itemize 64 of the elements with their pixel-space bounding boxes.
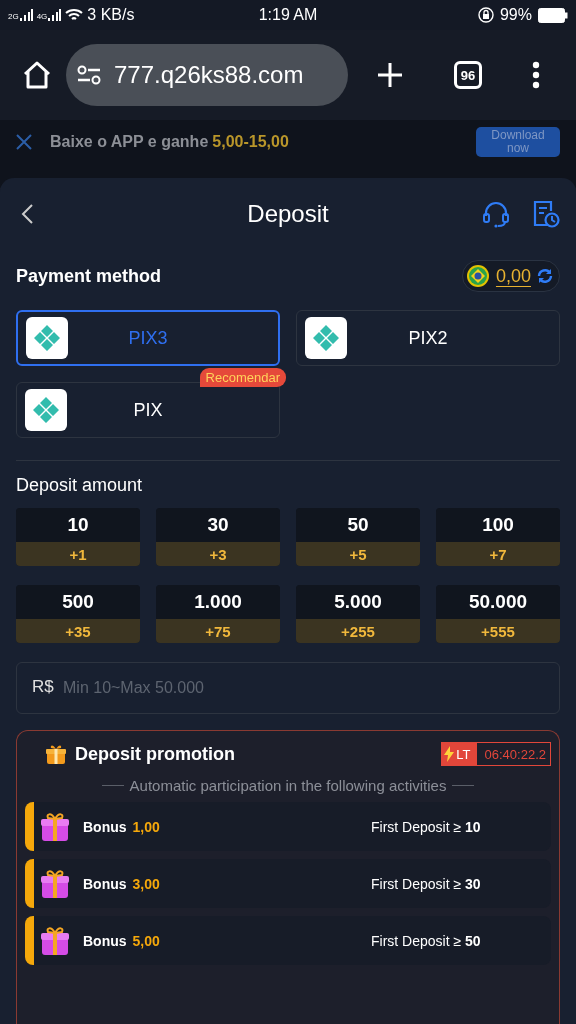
pix-logo-icon: [25, 389, 67, 431]
promotion-title: Deposit promotion: [75, 743, 235, 765]
address-bar[interactable]: 777.q26ks88.com: [66, 44, 348, 106]
refresh-icon[interactable]: [537, 268, 553, 284]
record-history-icon[interactable]: [532, 199, 560, 229]
amount-option[interactable]: 50 +5: [296, 508, 420, 566]
gift-icon: [39, 924, 71, 957]
bonus-condition: First Deposit ≥ 50: [371, 932, 482, 949]
amount-option[interactable]: 100 +7: [436, 508, 560, 566]
more-icon[interactable]: [532, 61, 540, 89]
bonus-label: Bonus: [83, 818, 127, 835]
clock: 1:19 AM: [258, 6, 318, 24]
accent-bar: [25, 859, 34, 908]
balance-pill: 0,00: [461, 260, 560, 292]
bonus-amount: 1,00: [132, 818, 160, 835]
back-icon[interactable]: [20, 203, 34, 225]
battery-percent: 99%: [499, 6, 532, 24]
battery-icon: [538, 7, 568, 23]
recommend-badge: Recomendar: [199, 368, 286, 387]
brazil-flag-icon: [465, 264, 490, 288]
countdown-timer: LT 06:40:22.2: [441, 742, 551, 766]
amount-option[interactable]: 500 +35: [16, 585, 140, 643]
wifi-icon: [65, 8, 84, 22]
network-label: 4G: [36, 12, 48, 21]
bonus-amount: 3,00: [132, 875, 160, 892]
amount-option[interactable]: 10 +1: [16, 508, 140, 566]
amount-option[interactable]: 50.000 +555: [436, 585, 560, 643]
accent-bar: [25, 916, 34, 965]
tab-count-button[interactable]: 96: [454, 61, 482, 89]
close-icon[interactable]: [16, 134, 32, 150]
section-label: Payment method: [16, 265, 162, 287]
gift-icon: [45, 743, 67, 765]
payment-method-button[interactable]: PIX3: [16, 310, 280, 366]
gift-icon: [39, 810, 71, 843]
payment-method-button[interactable]: PIX: [16, 382, 280, 438]
network-label: 2G: [8, 12, 19, 21]
plus-icon[interactable]: [376, 61, 404, 89]
bonus-amount: 5,00: [132, 932, 160, 949]
bonus-condition: First Deposit ≥ 10: [371, 818, 482, 835]
currency-label: R$: [32, 677, 54, 697]
amount-option[interactable]: 5.000 +255: [296, 585, 420, 643]
headset-icon[interactable]: [482, 200, 510, 228]
page-title: Deposit: [246, 200, 330, 228]
amount-option[interactable]: 1.000 +75: [156, 585, 280, 643]
amount-option[interactable]: 30 +3: [156, 508, 280, 566]
home-icon[interactable]: [22, 60, 52, 90]
banner-text: Baixe o APP e ganhe: [50, 133, 209, 151]
lightning-icon: [444, 746, 455, 762]
bonus-condition: First Deposit ≥ 30: [371, 875, 482, 892]
pix-logo-icon: [305, 317, 347, 359]
signal-icon: [19, 9, 33, 21]
banner-amount: 5,00-15,00: [212, 133, 289, 151]
pix-logo-icon: [26, 317, 68, 359]
rotation-lock-icon: [477, 7, 494, 23]
site-settings-icon[interactable]: [76, 64, 102, 86]
bonus-label: Bonus: [83, 875, 127, 892]
gift-icon: [39, 867, 71, 900]
accent-bar: [25, 802, 34, 851]
bonus-label: Bonus: [83, 932, 127, 949]
promotion-subtitle: Automatic participation in the following activities: [129, 777, 447, 794]
payment-method-button[interactable]: PIX2: [296, 310, 560, 366]
section-label: Deposit amount: [16, 474, 144, 497]
signal-icon: [48, 9, 62, 21]
network-speed: 3 KB/s: [87, 6, 135, 24]
